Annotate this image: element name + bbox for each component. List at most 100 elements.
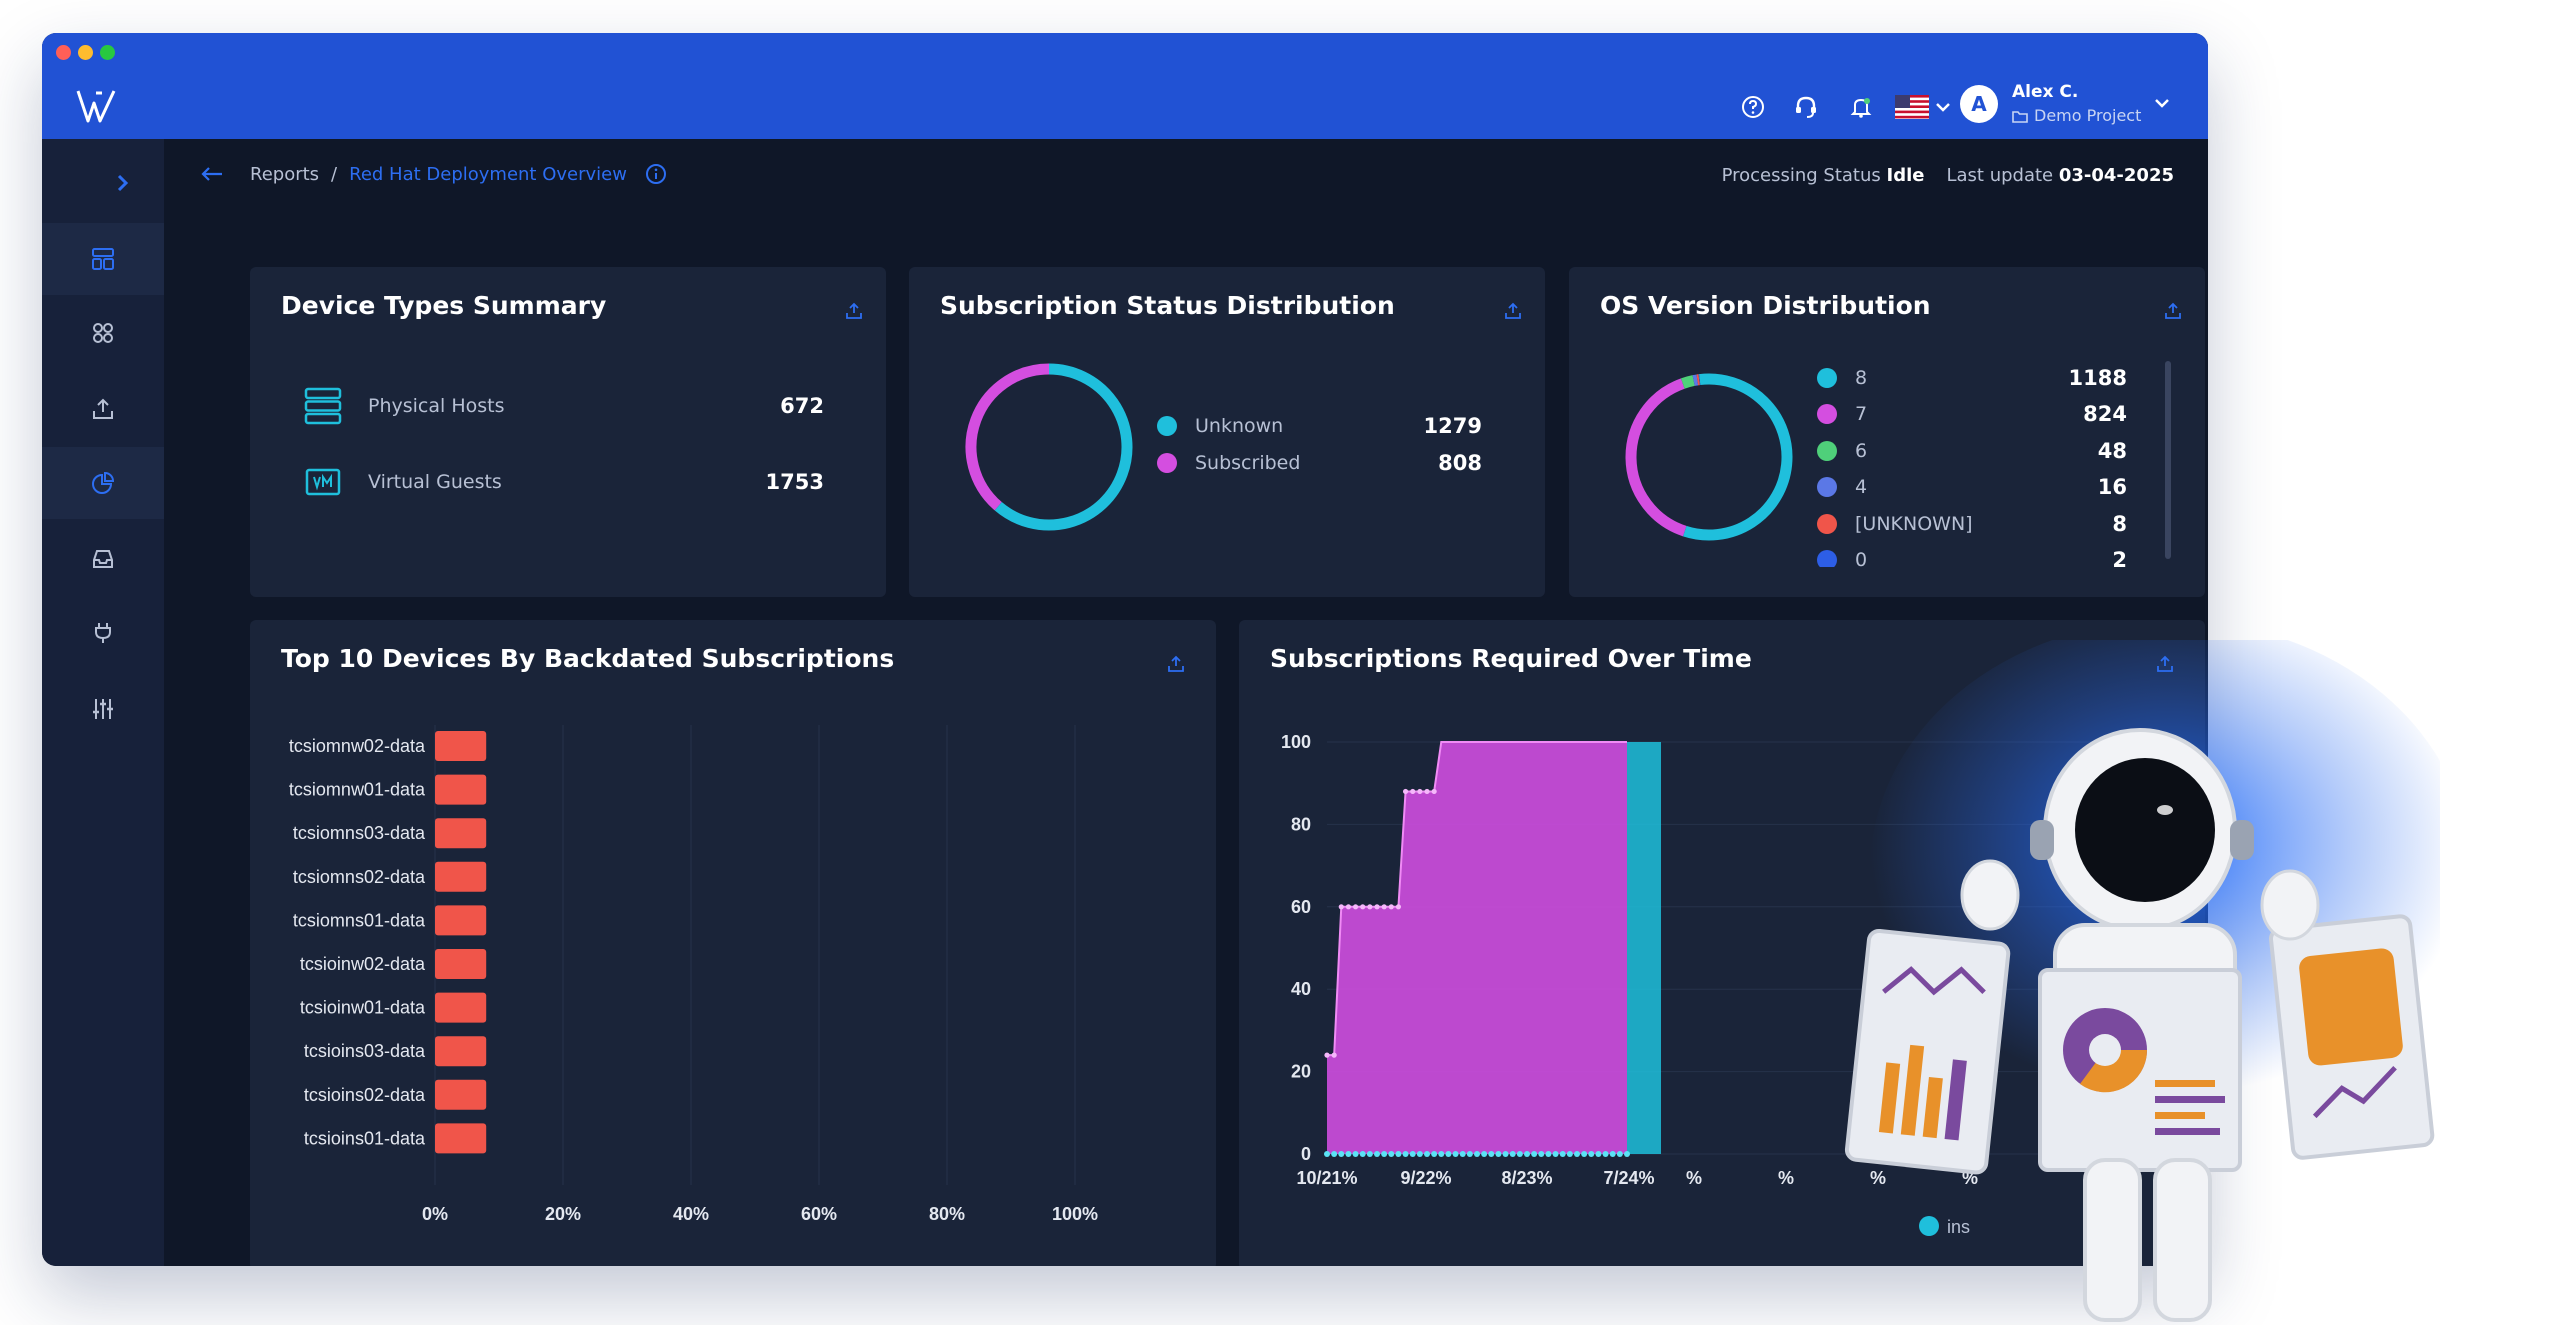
sidebar-item-apps[interactable] [42,297,164,369]
data-point [1609,1151,1616,1157]
data-point [1438,1151,1445,1157]
data-point [1452,1151,1459,1157]
legend-value: 1279 [1423,414,1482,438]
legend-dot [1817,550,1837,567]
legend-dot [1817,404,1837,424]
bar [435,992,487,1023]
legend-row-unknown: Unknown 1279 [1157,414,1482,438]
breadcrumb-current: Red Hat Deployment Overview [349,163,627,185]
data-point [1545,1151,1552,1157]
sidebar-item-dashboard[interactable] [42,223,164,295]
y-tick-label: 80 [1291,814,1311,834]
data-point [1331,1151,1338,1157]
data-point [1409,1151,1416,1157]
status-line: Processing Status Idle Last update 03-04… [1722,165,2174,186]
sliders-icon [93,699,113,719]
os-version-card: OS Version Distribution 8 1188 7 824 6 4… [1569,267,2205,597]
sidebar-item-reports[interactable] [42,447,164,519]
data-point [1424,788,1430,795]
legend-label: [UNKNOWN] [1855,513,1973,535]
sidebar-item-integrations[interactable] [42,597,164,669]
user-name[interactable]: Alex C. [2012,82,2078,102]
y-tick-label: 20 [1291,1062,1311,1082]
x-tick-label: 40% [673,1204,709,1224]
sidebar-item-inbox[interactable] [42,523,164,595]
data-point [1509,1151,1516,1157]
us-flag-icon[interactable] [1892,89,1932,125]
donut-slice [1680,375,1695,389]
avatar[interactable]: A [1960,85,1998,123]
legend-label: 7 [1855,403,1868,425]
sidebar-toggle[interactable] [42,147,164,219]
data-point [1416,1151,1423,1157]
server-icon [304,387,342,425]
donut-slice [1692,374,1699,386]
os-legend: 8 1188 7 824 6 48 4 16 [UNKNOWN] 8 0 2 [1817,367,2147,567]
data-point [1431,788,1437,795]
sidebar-item-settings[interactable] [42,673,164,745]
data-point [1445,1151,1452,1157]
legend-dot [1817,514,1837,534]
bar-label: tcsioinw02-data [300,954,426,974]
bar [435,1036,487,1067]
x-tick-label: 8/23% [1501,1168,1552,1188]
data-point [1559,1151,1566,1157]
legend-row-os-8: 8 1188 [1817,367,2127,390]
info-icon[interactable] [645,163,667,185]
data-point [1324,1151,1330,1157]
data-point [1331,1052,1337,1058]
data-point [1466,1151,1473,1157]
bar [435,905,487,936]
arrow-left-icon[interactable] [200,165,224,183]
language-chevron-down-icon[interactable] [1928,89,1958,125]
device-label: Virtual Guests [368,471,502,493]
support-icon[interactable] [1788,89,1824,125]
data-point [1417,788,1423,795]
legend-scrollbar[interactable] [2165,361,2171,559]
processing-status-value: Idle [1886,165,1925,186]
y-tick-label: 40 [1291,979,1311,999]
x-tick-label: 20% [545,1204,581,1224]
y-tick-label: 100 [1281,732,1311,752]
minimize-window-button[interactable] [78,45,93,60]
app-logo-icon[interactable] [74,87,118,125]
legend-row-os-6: 6 48 [1817,439,2127,463]
bell-icon[interactable] [1843,89,1879,125]
data-point [1410,788,1416,795]
sidebar-item-upload[interactable] [42,373,164,445]
export-icon[interactable] [2163,301,2183,321]
bar-label: tcsiomns03-data [293,823,426,843]
breadcrumb-root[interactable]: Reports [250,164,319,185]
data-point [1367,904,1373,910]
data-point [1345,1151,1352,1157]
data-point [1602,1151,1609,1157]
donut-slice [994,363,1133,531]
export-icon[interactable] [844,301,864,321]
data-point [1381,1151,1388,1157]
chart-panel-left [1844,928,2011,1175]
export-icon[interactable] [1503,301,1523,321]
data-point [1474,1151,1480,1157]
data-point [1360,904,1366,910]
data-point [1345,904,1352,910]
breadcrumb: Reports / Red Hat Deployment Overview [200,163,667,185]
legend-label: 8 [1855,367,1868,389]
chevron-right-icon [117,174,129,192]
maximize-window-button[interactable] [100,45,115,60]
processing-status-label: Processing Status [1721,165,1881,186]
data-point [1388,904,1394,910]
data-point [1374,1151,1380,1157]
help-icon[interactable] [1735,89,1771,125]
user-menu-chevron-down-icon[interactable] [2150,85,2174,121]
data-point [1459,1151,1466,1157]
bar [435,818,487,849]
legend-dot [1817,441,1837,461]
bar [435,861,487,892]
data-point [1481,1151,1488,1157]
legend-dot [1157,416,1177,436]
legend-value: 1188 [2068,367,2127,390]
close-window-button[interactable] [56,45,71,60]
project-selector[interactable]: Demo Project [2012,106,2141,125]
x-tick-label: 80% [929,1204,965,1224]
dashboard-icon [92,248,114,270]
